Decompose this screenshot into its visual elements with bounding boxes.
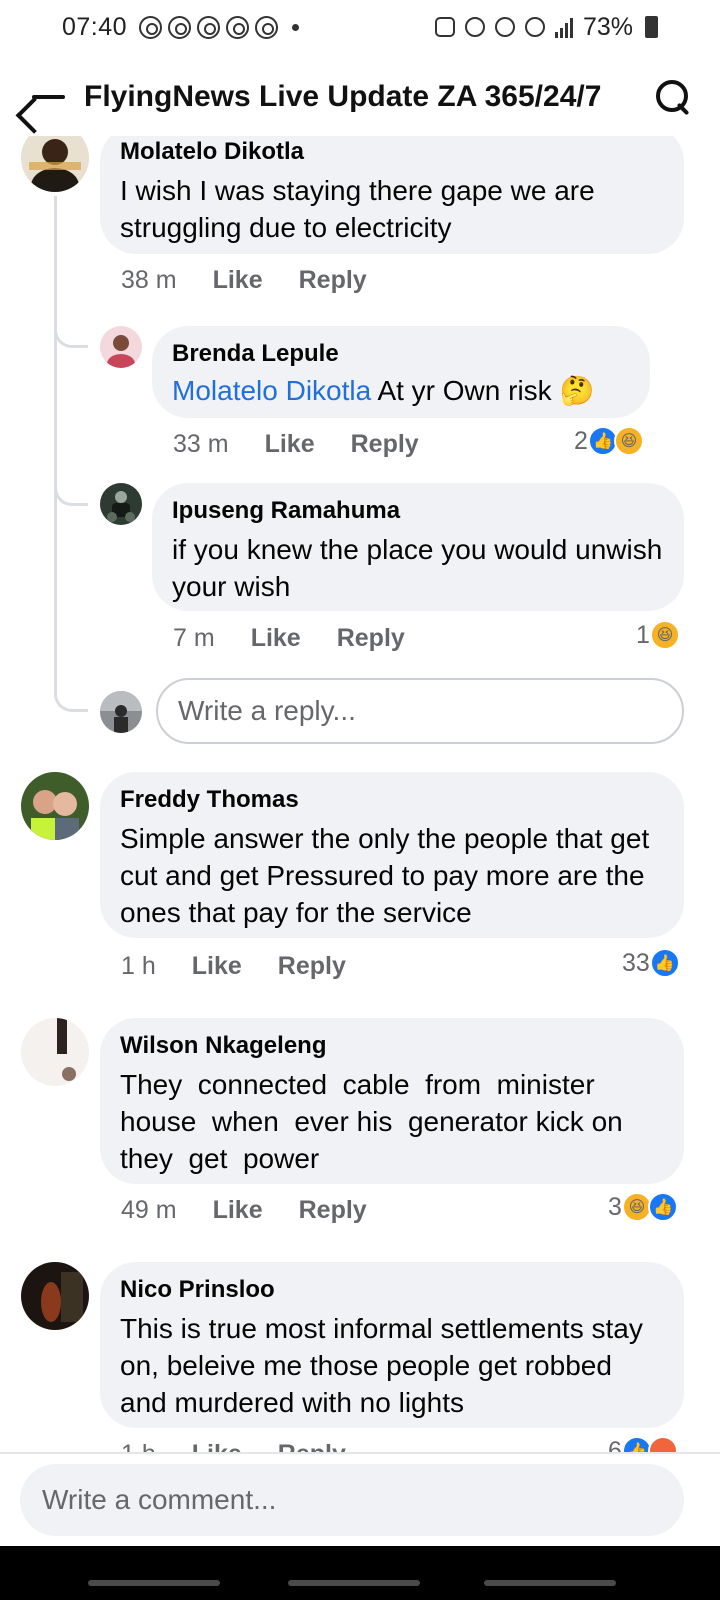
reply-text: if you knew the place you would unwish y… bbox=[172, 534, 663, 602]
reply-input[interactable]: Write a reply... bbox=[156, 678, 684, 744]
reply-text: Molatelo Dikotla At yr Own risk 🤔 bbox=[172, 372, 630, 409]
comment-text: I wish I was staying there gape we are s… bbox=[120, 175, 595, 243]
reply-button[interactable]: Reply bbox=[299, 266, 367, 295]
thread-branch bbox=[54, 322, 88, 348]
battery-percent: 73% bbox=[582, 12, 633, 41]
comment-author[interactable]: Molatelo Dikotla bbox=[120, 136, 664, 166]
comment-meta: 49 m Like Reply bbox=[121, 1196, 367, 1225]
avatar[interactable] bbox=[21, 136, 89, 192]
reaction-count: 3 bbox=[608, 1192, 622, 1221]
reply-button[interactable]: Reply bbox=[299, 1196, 367, 1225]
comments-feed[interactable]: Molatelo Dikotla I wish I was staying th… bbox=[0, 136, 720, 1480]
reaction-count: 2 bbox=[574, 426, 588, 455]
reply-author[interactable]: Brenda Lepule bbox=[172, 338, 630, 368]
mute-icon bbox=[494, 17, 515, 37]
like-button[interactable]: Like bbox=[192, 952, 242, 981]
comment-text: Simple answer the only the people that g… bbox=[120, 823, 650, 928]
nav-recents-handle[interactable] bbox=[88, 1580, 220, 1586]
reaction-summary[interactable]: 33 👍 bbox=[622, 948, 680, 978]
comment-bubble: Freddy Thomas Simple answer the only the… bbox=[100, 772, 684, 938]
reply-button[interactable]: Reply bbox=[278, 952, 346, 981]
comment-input[interactable]: Write a comment... bbox=[20, 1464, 684, 1536]
notification-icon bbox=[255, 15, 279, 39]
alarm-icon bbox=[464, 17, 485, 37]
comment-bubble: Molatelo Dikotla I wish I was staying th… bbox=[100, 136, 684, 254]
reaction-summary[interactable]: 2 👍 😆 bbox=[574, 426, 644, 456]
reaction-count: 33 bbox=[622, 948, 650, 977]
comment-bubble: Wilson Nkageleng They connected cable fr… bbox=[100, 1018, 684, 1184]
reply-meta: 33 m Like Reply bbox=[173, 430, 419, 459]
mention-link[interactable]: Molatelo Dikotla bbox=[172, 375, 371, 406]
status-bar: 07:40 73% bbox=[0, 0, 720, 54]
thread-branch bbox=[54, 686, 88, 712]
comment-text: They connected cable from minister house… bbox=[120, 1069, 631, 1174]
battery-icon bbox=[645, 16, 658, 38]
reply-body: At yr Own risk bbox=[377, 375, 552, 406]
status-right: 73% bbox=[434, 12, 658, 42]
lock-icon bbox=[434, 17, 455, 37]
reaction-summary[interactable]: 1 😆 bbox=[636, 620, 680, 650]
notification-icon bbox=[168, 15, 192, 39]
thinking-emoji: 🤔 bbox=[559, 375, 595, 406]
thread-branch bbox=[54, 480, 88, 506]
reply-bubble: Brenda Lepule Molatelo Dikotla At yr Own… bbox=[152, 326, 650, 418]
comment-author[interactable]: Freddy Thomas bbox=[120, 784, 664, 814]
back-arrow-icon[interactable] bbox=[28, 77, 68, 117]
reaction-count: 1 bbox=[636, 620, 650, 649]
like-button[interactable]: Like bbox=[213, 1196, 263, 1225]
avatar[interactable] bbox=[21, 1262, 89, 1330]
comment-meta: 1 h Like Reply bbox=[121, 952, 346, 981]
signal-icon bbox=[554, 16, 573, 38]
reply-button[interactable]: Reply bbox=[351, 430, 419, 459]
notification-icon bbox=[139, 15, 163, 39]
like-button[interactable]: Like bbox=[213, 266, 263, 295]
reaction-summary[interactable]: 3 😆 👍 bbox=[608, 1192, 678, 1222]
system-nav-bar bbox=[0, 1546, 720, 1600]
avatar[interactable] bbox=[100, 326, 142, 368]
avatar[interactable] bbox=[100, 483, 142, 525]
wifi-icon bbox=[524, 17, 545, 37]
comment-text: This is true most informal settlements s… bbox=[120, 1313, 643, 1418]
comment-time[interactable]: 1 h bbox=[121, 952, 156, 981]
reply-meta: 7 m Like Reply bbox=[173, 624, 405, 653]
nav-home-handle[interactable] bbox=[288, 1580, 420, 1586]
comment-time[interactable]: 38 m bbox=[121, 266, 177, 295]
like-button[interactable]: Like bbox=[251, 624, 301, 653]
thread-line bbox=[54, 196, 57, 686]
like-icon: 👍 bbox=[649, 948, 680, 978]
comment-composer: Write a comment... bbox=[0, 1452, 720, 1546]
page-title: FlyingNews Live Update ZA 365/24/7 bbox=[84, 80, 602, 113]
reply-time[interactable]: 7 m bbox=[173, 624, 215, 653]
reply-author[interactable]: Ipuseng Ramahuma bbox=[172, 495, 664, 525]
haha-icon: 😆 bbox=[649, 620, 680, 650]
comment-author[interactable]: Wilson Nkageleng bbox=[120, 1030, 664, 1060]
top-app-bar: FlyingNews Live Update ZA 365/24/7 bbox=[0, 64, 720, 130]
search-icon[interactable] bbox=[654, 78, 692, 116]
reply-time[interactable]: 33 m bbox=[173, 430, 229, 459]
haha-icon: 😆 bbox=[613, 426, 644, 456]
like-icon: 👍 bbox=[647, 1192, 678, 1222]
avatar[interactable] bbox=[21, 1018, 89, 1086]
more-notifications-dot bbox=[292, 23, 300, 31]
reply-button[interactable]: Reply bbox=[337, 624, 405, 653]
reply-bubble: Ipuseng Ramahuma if you knew the place y… bbox=[152, 483, 684, 611]
comment-meta: 38 m Like Reply bbox=[121, 266, 367, 295]
notification-icon bbox=[226, 15, 250, 39]
notification-icons bbox=[139, 15, 300, 39]
nav-back-handle[interactable] bbox=[484, 1580, 616, 1586]
current-user-avatar bbox=[100, 691, 142, 733]
comment-time[interactable]: 49 m bbox=[121, 1196, 177, 1225]
comment-bubble: Nico Prinsloo This is true most informal… bbox=[100, 1262, 684, 1428]
status-time: 07:40 bbox=[62, 12, 128, 41]
like-button[interactable]: Like bbox=[265, 430, 315, 459]
avatar[interactable] bbox=[21, 772, 89, 840]
comment-author[interactable]: Nico Prinsloo bbox=[120, 1274, 664, 1304]
notification-icon bbox=[197, 15, 221, 39]
